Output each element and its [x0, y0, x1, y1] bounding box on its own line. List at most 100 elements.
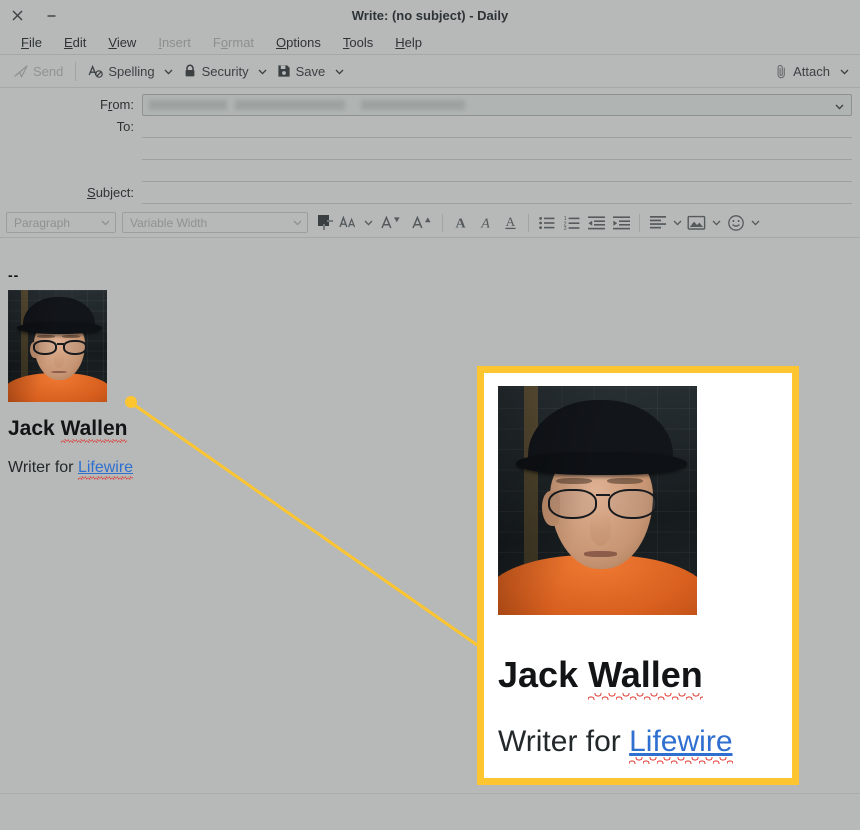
to-input-row-3[interactable]: [142, 160, 852, 182]
signature-name: Jack Wallen: [8, 417, 128, 443]
save-button[interactable]: Save: [271, 59, 332, 84]
font-color-chevron-down-icon[interactable]: [361, 210, 375, 236]
format-separator-2: [528, 213, 529, 232]
from-account-select[interactable]: [142, 94, 852, 116]
lock-icon: [183, 64, 197, 78]
attach-button[interactable]: Attach: [769, 59, 836, 84]
callout-name-first: Jack: [498, 654, 589, 695]
signature-name-last: Wallen: [60, 417, 128, 443]
align-chevron-down-icon[interactable]: [670, 210, 684, 236]
callout-tagline-prefix: Writer for: [498, 725, 630, 758]
outdent-button[interactable]: [584, 210, 609, 236]
callout-signature-photo: [498, 386, 697, 615]
save-label: Save: [295, 63, 326, 79]
portrait-photo-icon: [498, 386, 697, 615]
format-separator-3: [639, 213, 640, 232]
decrease-font-size-button[interactable]: [375, 210, 406, 236]
numbered-list-button[interactable]: 1 2 3: [559, 210, 584, 236]
font-color-button[interactable]: [336, 210, 361, 236]
window-title: Write: (no subject) - Daily: [351, 7, 509, 23]
to-input-row-2[interactable]: [142, 138, 852, 160]
font-face-value: Variable Width: [130, 215, 208, 230]
paperclip-icon: [775, 64, 788, 79]
from-label: From:: [100, 97, 134, 112]
lifewire-link[interactable]: Lifewire: [77, 460, 134, 480]
zoom-callout-box: Jack Wallen Writer for Lifewire: [477, 366, 799, 785]
menubar: File Edit View Insert Format Options Too…: [0, 30, 860, 55]
menu-format[interactable]: Format: [202, 33, 265, 52]
insert-image-chevron-down-icon[interactable]: [709, 210, 723, 236]
paragraph-style-select[interactable]: Paragraph: [6, 212, 116, 233]
indent-button[interactable]: [609, 210, 634, 236]
send-label: Send: [33, 63, 64, 79]
menu-tools[interactable]: Tools: [332, 33, 384, 52]
to-field-wrap: [142, 116, 852, 182]
send-button[interactable]: Send: [8, 59, 69, 84]
subject-input[interactable]: [142, 182, 852, 204]
insert-image-button[interactable]: [684, 210, 709, 236]
attach-label: Attach: [793, 63, 830, 79]
compose-headers: From: To: Subject:: [0, 88, 860, 208]
svg-text:A: A: [506, 214, 516, 229]
svg-text:3: 3: [563, 226, 566, 231]
minimize-icon[interactable]: [34, 0, 68, 30]
toolbar-separator-1: [75, 61, 77, 81]
main-toolbar: Send Spelling Security Save Attach: [0, 55, 860, 88]
security-button[interactable]: Security: [177, 59, 255, 84]
from-field-wrap: [142, 94, 852, 116]
font-face-chevron-down-icon: [292, 217, 303, 228]
security-dropdown-chevron-down-icon[interactable]: [255, 59, 271, 84]
save-floppy-icon: [277, 64, 291, 78]
titlebar: Write: (no subject) - Daily: [0, 0, 860, 30]
paragraph-style-chevron-down-icon: [100, 217, 111, 228]
subject-field-wrap: [142, 182, 852, 204]
to-row: To:: [8, 116, 852, 182]
italic-button[interactable]: A: [473, 210, 498, 236]
close-icon[interactable]: [0, 0, 34, 30]
paragraph-style-value: Paragraph: [14, 215, 71, 230]
callout-lifewire-link: Lifewire: [629, 725, 733, 764]
from-row: From:: [8, 94, 852, 116]
zoom-callout-content: Jack Wallen Writer for Lifewire: [484, 373, 792, 778]
statusbar: [0, 793, 860, 830]
menu-help[interactable]: Help: [384, 33, 433, 52]
subject-row: Subject:: [8, 182, 852, 204]
menu-file[interactable]: File: [10, 33, 53, 52]
to-input[interactable]: [142, 116, 852, 138]
security-label: Security: [201, 63, 249, 79]
menu-view[interactable]: View: [97, 33, 147, 52]
attach-dropdown-chevron-down-icon[interactable]: [836, 59, 852, 84]
increase-font-size-button[interactable]: [406, 210, 437, 236]
send-icon: [14, 64, 28, 78]
bulleted-list-button[interactable]: [534, 210, 559, 236]
spelling-button[interactable]: Spelling: [82, 59, 160, 84]
underline-button[interactable]: A: [498, 210, 523, 236]
callout-name-last: Wallen: [588, 654, 703, 700]
insert-emoji-chevron-down-icon[interactable]: [748, 210, 762, 236]
signature-separator: --: [8, 267, 20, 283]
spelling-label: Spelling: [108, 63, 155, 79]
bold-button[interactable]: A: [448, 210, 473, 236]
spelling-dropdown-chevron-down-icon[interactable]: [161, 59, 177, 84]
menu-edit[interactable]: Edit: [53, 33, 97, 52]
portrait-photo-icon: [8, 290, 107, 402]
font-face-select[interactable]: Variable Width: [122, 212, 308, 233]
spellcheck-icon: [88, 64, 104, 79]
signature-name-first: Jack: [8, 417, 61, 440]
menu-insert[interactable]: Insert: [147, 33, 202, 52]
from-chevron-down-icon[interactable]: [834, 95, 845, 117]
callout-signature-name: Jack Wallen: [498, 654, 703, 700]
menu-options[interactable]: Options: [265, 33, 332, 52]
svg-text:A: A: [480, 216, 490, 231]
format-toolbar: Paragraph Variable Width A A A 1 2 3: [0, 208, 860, 238]
subject-label: Subject:: [87, 185, 134, 200]
insert-emoji-button[interactable]: [723, 210, 748, 236]
callout-signature-tagline: Writer for Lifewire: [498, 725, 782, 764]
save-dropdown-chevron-down-icon[interactable]: [331, 59, 347, 84]
mail-compose-window: Write: (no subject) - Daily File Edit Vi…: [0, 0, 860, 830]
align-button[interactable]: [645, 210, 670, 236]
signature-photo[interactable]: [8, 290, 107, 402]
signature-tagline-prefix: Writer for: [8, 459, 78, 476]
text-color-button[interactable]: [314, 212, 336, 234]
svg-text:A: A: [455, 216, 466, 231]
